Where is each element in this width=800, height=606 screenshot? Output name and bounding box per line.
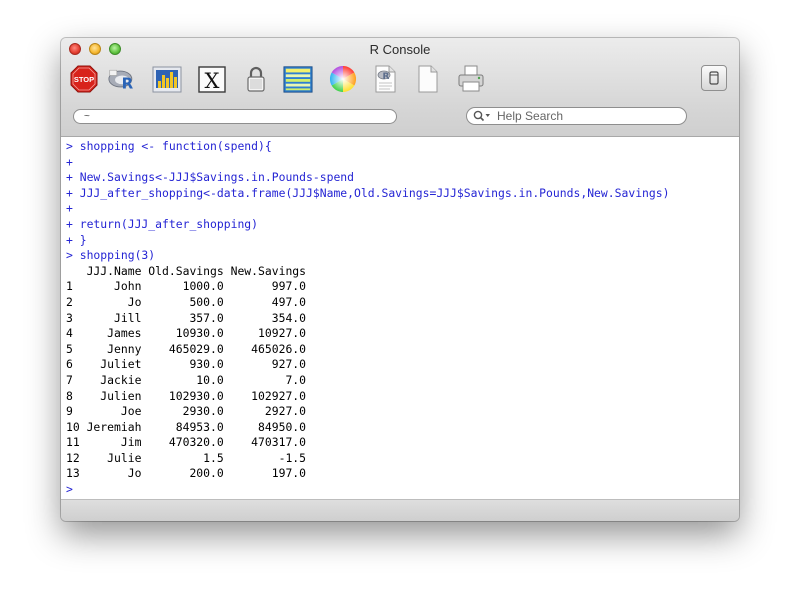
help-search-placeholder: Help Search (497, 109, 564, 123)
x11-button[interactable]: X (197, 64, 227, 94)
title-bar[interactable]: R Console (61, 38, 739, 60)
source-script-button[interactable]: R (108, 64, 138, 94)
open-r-document-button[interactable]: R (370, 64, 400, 94)
stop-label: STOP (74, 75, 94, 84)
print-icon (458, 65, 484, 92)
svg-text:R: R (122, 75, 134, 93)
window-title: R Console (369, 42, 431, 57)
new-document-button[interactable] (412, 64, 442, 94)
status-bar (61, 500, 739, 521)
console-input-line: + return(JJJ_after_shopping) (66, 216, 259, 231)
stop-icon: STOP (70, 65, 98, 93)
console-output-line: 1 John 1000.0 997.0 (66, 279, 307, 294)
working-directory-field[interactable]: ~ (73, 109, 397, 124)
r-document-icon: R (375, 65, 396, 93)
lock-button[interactable] (241, 64, 271, 94)
sidebar-toggle-icon (709, 71, 719, 85)
console-output-line: 11 Jim 470320.0 470317.0 (66, 435, 307, 450)
console-output-line: JJJ.Name Old.Savings New.Savings (66, 263, 307, 278)
console-output[interactable]: > shopping <- function(spend){+ + New.Sav… (61, 137, 739, 500)
color-wheel-icon (329, 65, 357, 93)
lock-icon (247, 66, 265, 92)
print-button[interactable] (456, 64, 486, 94)
console-output-line: 6 Juliet 930.0 927.0 (66, 357, 307, 372)
toggle-sidebar-button[interactable] (701, 65, 727, 91)
r-logo-icon: R (108, 69, 134, 93)
console-output-line: 9 Joe 2930.0 2927.0 (66, 404, 307, 419)
console-output-line: 10 Jeremiah 84953.0 84950.0 (66, 419, 307, 434)
data-editor-button[interactable] (283, 64, 313, 94)
colors-button[interactable] (328, 64, 358, 94)
console-input-line: + (66, 201, 73, 216)
svg-text:X: X (205, 69, 220, 93)
bar-chart-icon (152, 66, 182, 93)
quartz-device-button[interactable] (152, 64, 182, 94)
console-output-line: 5 Jenny 465029.0 465026.0 (66, 341, 307, 356)
blank-document-icon (418, 65, 438, 93)
console-input-line: > (66, 482, 73, 497)
console-output-line: 8 Julien 102930.0 102927.0 (66, 388, 307, 403)
console-input-line: > shopping <- function(spend){ (66, 139, 272, 153)
stop-button[interactable]: STOP (69, 64, 99, 94)
help-search-field[interactable]: Help Search (466, 107, 687, 125)
console-output-line: 3 Jill 357.0 354.0 (66, 310, 307, 325)
svg-text:R: R (383, 72, 390, 82)
console-input-line: + (66, 154, 73, 169)
console-input-line: + JJJ_after_shopping<-data.frame(JJJ$Nam… (66, 185, 670, 200)
console-lines: > shopping <- function(spend){+ + New.Sav… (66, 139, 669, 498)
r-console-window: R Console STOP R X R ~ Help Search > sho… (61, 38, 739, 521)
x11-icon: X (198, 66, 226, 93)
console-output-line: 13 Jo 200.0 197.0 (66, 466, 307, 481)
search-icon (473, 110, 490, 122)
console-output-line: 12 Julie 1.5 -1.5 (66, 450, 307, 465)
console-output-line: 2 Jo 500.0 497.0 (66, 294, 307, 309)
console-output-line: 7 Jackie 10.0 7.0 (66, 372, 307, 387)
console-input-line: + New.Savings<-JJJ$Savings.in.Pounds-spe… (66, 170, 355, 185)
console-input-line: > shopping(3) (66, 248, 156, 263)
console-output-line: 4 James 10930.0 10927.0 (66, 326, 307, 341)
data-table-icon (283, 66, 313, 93)
console-input-line: + } (66, 232, 87, 247)
